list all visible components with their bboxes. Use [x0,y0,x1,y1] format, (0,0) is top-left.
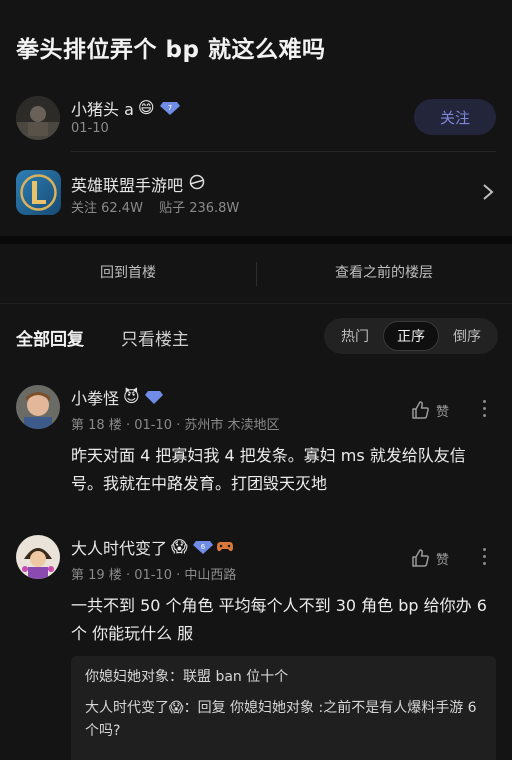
sort-toggle: 热门 正序 倒序 [324,318,498,354]
level-badge-icon: 7 [159,100,180,116]
like-label: 赞 [436,552,450,568]
forum-stats: 关注 62.4W 贴子 236.8W [71,197,251,216]
avatar[interactable] [16,535,60,579]
grin-emoji-icon: 😄 [137,98,155,117]
like-label: 赞 [436,404,450,420]
section-separator [0,236,512,244]
author-name-text: 小猪头 a [71,100,134,119]
gamepad-icon [216,538,234,557]
forum-badge-icon [189,174,205,194]
author-post-date: 01-10 [71,121,109,136]
like-button[interactable]: 赞 [410,400,449,420]
forum-name-text: 英雄联盟手游吧 [71,176,184,195]
sub-reply: 大人时代变了😱：回复 你媳妇她对象 :之前不是有人爆料手游 6 个吗? [85,700,477,739]
scream-emoji-icon: 😱 [171,537,188,556]
comment-body: 一共不到 50 个角色 平均每个人不到 30 角色 bp 给你办 6 个 你能玩… [71,596,487,643]
forum-followers: 关注 62.4W [71,201,143,216]
thumbs-up-icon [412,401,429,419]
more-options-icon[interactable] [482,400,486,418]
divider [71,151,496,152]
author-name[interactable]: 小猪头 a 😄 7 [71,96,180,120]
svg-text:7: 7 [167,104,171,112]
sort-asc-button[interactable]: 正序 [383,321,439,351]
level-badge-icon: 6 [192,539,213,555]
like-button[interactable]: 赞 [410,548,449,568]
post-title: 拳头排位弄个 bp 就这么难吗 [16,37,326,63]
author-avatar[interactable] [16,96,60,140]
comment-author-name[interactable]: 大人时代变了 😱 6 [71,535,234,559]
sort-desc-button[interactable]: 倒序 [439,321,495,351]
tab-only-op[interactable]: 只看楼主 [121,325,189,350]
more-options-icon[interactable] [482,548,486,566]
level-badge-icon [144,389,164,405]
view-previous-floors-link[interactable]: 查看之前的楼层 [256,262,512,282]
back-to-first-floor-link[interactable]: 回到首楼 [0,262,256,282]
forum-name[interactable]: 英雄联盟手游吧 [71,172,205,196]
forum-logo-icon[interactable] [16,170,61,215]
follow-button[interactable]: 关注 [414,99,496,135]
comment-meta: 第 19 楼 · 01-10 · 中山西路 [71,568,237,583]
forum-posts: 贴子 236.8W [159,201,240,216]
devil-emoji-icon: 😈 [123,387,140,406]
comment-meta: 第 18 楼 · 01-10 · 苏州市 木渎地区 [71,418,280,433]
comment-author-name-text: 小拳怪 [71,389,120,408]
comment-body: 昨天对面 4 把寡妇我 4 把发条。寡妇 ms 就发给队友信号。我就在中路发育。… [71,446,466,493]
avatar[interactable] [16,385,60,429]
thumbs-up-icon [412,549,429,567]
svg-text:6: 6 [200,543,205,551]
tab-all-replies[interactable]: 全部回复 [16,325,84,350]
divider [0,303,512,304]
sub-reply: 你媳妇她对象：联盟 ban 位十个 [85,669,289,685]
comment-author-name[interactable]: 小拳怪 😈 [71,385,164,409]
comment-author-name-text: 大人时代变了 [71,539,168,558]
chevron-right-icon[interactable] [482,183,494,201]
sort-hot-button[interactable]: 热门 [327,321,383,351]
sub-reply-box[interactable]: 你媳妇她对象：联盟 ban 位十个 大人时代变了😱：回复 你媳妇她对象 :之前不… [71,656,496,760]
